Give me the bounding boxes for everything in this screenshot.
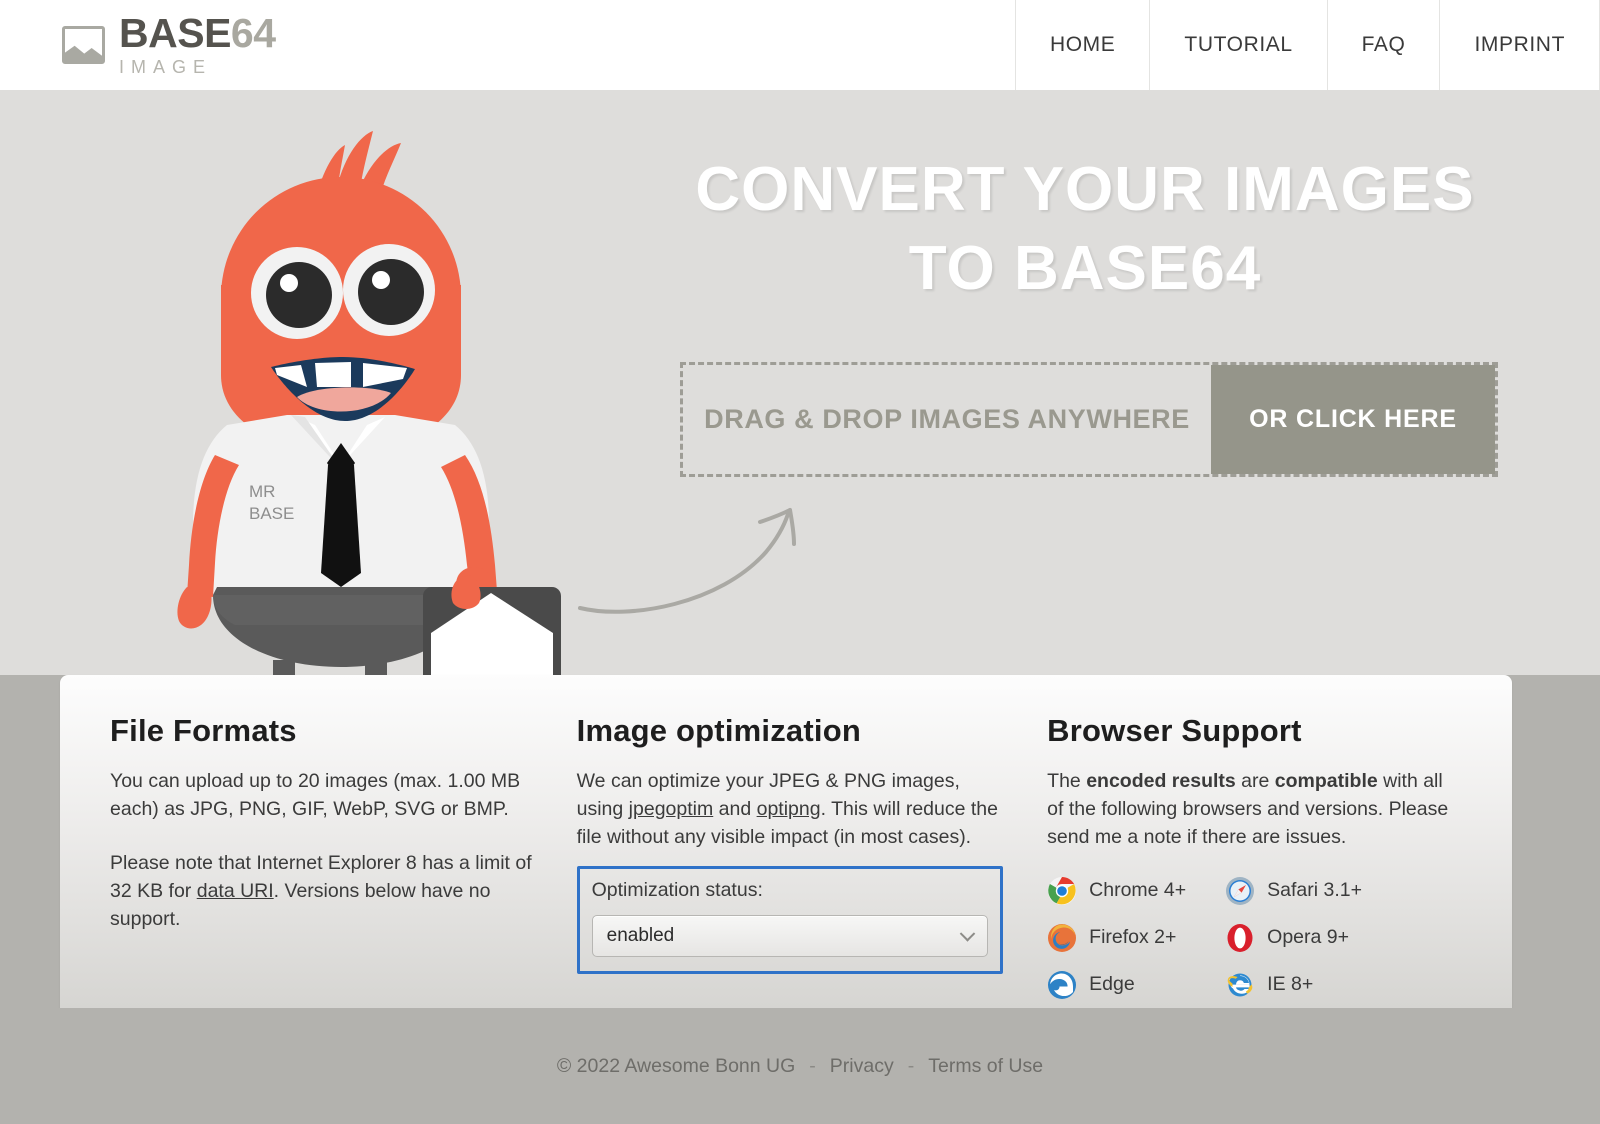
chevron-down-icon — [959, 925, 976, 942]
footer-separator-2: - — [907, 1054, 915, 1077]
logo-text: BASE64 IMAGE — [119, 9, 276, 78]
browser-support-paragraph: The encoded results are compatible with … — [1047, 768, 1462, 852]
bs-bold-1: encoded results — [1086, 770, 1236, 792]
safari-icon — [1225, 876, 1255, 906]
optimization-status-select[interactable]: enabled — [591, 914, 989, 957]
browser-item-opera: Opera 9+ — [1225, 923, 1403, 953]
file-formats-heading: File Formats — [110, 713, 297, 748]
hero-title: CONVERT YOUR IMAGES TO BASE64 — [690, 150, 1480, 309]
edge-icon — [1047, 970, 1077, 1000]
footer-privacy-link[interactable]: Privacy — [830, 1055, 894, 1078]
nav-item-home[interactable]: HOME — [1014, 0, 1149, 90]
opt-text-b: and — [713, 797, 757, 820]
footer-terms-link[interactable]: Terms of Use — [928, 1055, 1043, 1078]
site-header: BASE64 IMAGE HOME TUTORIAL FAQ IMPRINT — [0, 0, 1600, 90]
jpegoptim-link[interactable]: jpegoptim — [629, 798, 714, 820]
optimization-paragraph: We can optimize your JPEG & PNG images, … — [577, 768, 1004, 852]
nav-item-faq[interactable]: FAQ — [1326, 0, 1440, 90]
logo-accent: 64 — [230, 9, 276, 56]
column-image-optimization: Image optimization We can optimize your … — [555, 713, 1026, 1008]
chrome-icon — [1047, 876, 1077, 906]
nav-item-imprint[interactable]: IMPRINT — [1439, 0, 1600, 90]
optimization-status-label: Optimization status: — [591, 878, 763, 901]
data-uri-link[interactable]: data URI — [197, 880, 274, 902]
browser-item-ie: IE 8+ — [1225, 970, 1403, 1000]
bs-bold-2: compatible — [1274, 770, 1378, 792]
page-root: BASE64 IMAGE HOME TUTORIAL FAQ IMPRINT M… — [0, 0, 1600, 1124]
logo-primary: BASE — [119, 9, 231, 56]
browser-label: Opera 9+ — [1267, 926, 1350, 949]
mascot-badge-line2: BASE — [249, 504, 294, 523]
mascot-illustration: MR BASE — [165, 125, 565, 772]
main-navigation: HOME TUTORIAL FAQ IMPRINT — [1014, 0, 1600, 90]
mascot-badge-line1: MR — [249, 482, 275, 501]
opera-icon — [1225, 923, 1255, 953]
optimization-status-value: enabled — [606, 924, 675, 946]
ie-icon — [1225, 970, 1255, 1000]
browser-label: Edge — [1089, 973, 1135, 996]
nav-item-tutorial[interactable]: TUTORIAL — [1149, 0, 1326, 90]
footer-separator-1: - — [809, 1054, 816, 1077]
dropzone-label: DRAG & DROP IMAGES ANYWHERE — [704, 404, 1190, 434]
browser-label: Chrome 4+ — [1089, 879, 1187, 902]
file-dropzone[interactable]: DRAG & DROP IMAGES ANYWHERE OR CLICK HER… — [680, 362, 1498, 477]
browser-item-firefox: Firefox 2+ — [1047, 923, 1225, 953]
image-icon — [62, 26, 105, 64]
browser-label: Safari 3.1+ — [1267, 879, 1363, 902]
browser-list: Chrome 4+ Safari 3.1+ Firefox 2+ Opera 9… — [1047, 876, 1462, 1000]
bs-text-b: are — [1235, 770, 1275, 792]
column-file-formats: File Formats You can upload up to 20 ima… — [88, 713, 555, 1008]
site-logo[interactable]: BASE64 IMAGE — [0, 0, 276, 90]
file-formats-paragraph-2: Please note that Internet Explorer 8 has… — [110, 850, 533, 934]
optimization-heading: Image optimization — [576, 713, 861, 748]
site-footer: © 2022 Awesome Bonn UG - Privacy - Terms… — [0, 1008, 1600, 1124]
info-panel: File Formats You can upload up to 20 ima… — [60, 675, 1512, 1008]
browser-label: Firefox 2+ — [1089, 926, 1177, 949]
hero-section: MR BASE CONVERT YOUR IMAGES TO BASE64 DR… — [0, 90, 1600, 772]
firefox-icon — [1047, 923, 1077, 953]
browser-item-safari: Safari 3.1+ — [1225, 876, 1403, 906]
column-browser-support: Browser Support The encoded results are … — [1025, 713, 1484, 1008]
hero-title-line1: CONVERT YOUR IMAGES — [695, 155, 1475, 224]
optimization-status-group: Optimization status: enabled — [576, 865, 1004, 974]
browser-item-chrome: Chrome 4+ — [1047, 876, 1225, 906]
logo-subtitle: IMAGE — [119, 56, 213, 77]
footer-copyright: © 2022 Awesome Bonn UG — [556, 1054, 796, 1077]
curved-arrow-icon — [570, 500, 830, 625]
bs-text-a: The — [1047, 770, 1087, 792]
file-formats-paragraph-1: You can upload up to 20 images (max. 1.0… — [110, 770, 521, 820]
click-to-upload-button[interactable]: OR CLICK HERE — [1211, 365, 1495, 474]
browser-label: IE 8+ — [1267, 973, 1314, 996]
browser-support-heading: Browser Support — [1047, 713, 1302, 748]
optipng-link[interactable]: optipng — [757, 798, 821, 820]
hero-title-line2: TO BASE64 — [908, 234, 1262, 304]
browser-item-edge: Edge — [1047, 970, 1225, 1000]
